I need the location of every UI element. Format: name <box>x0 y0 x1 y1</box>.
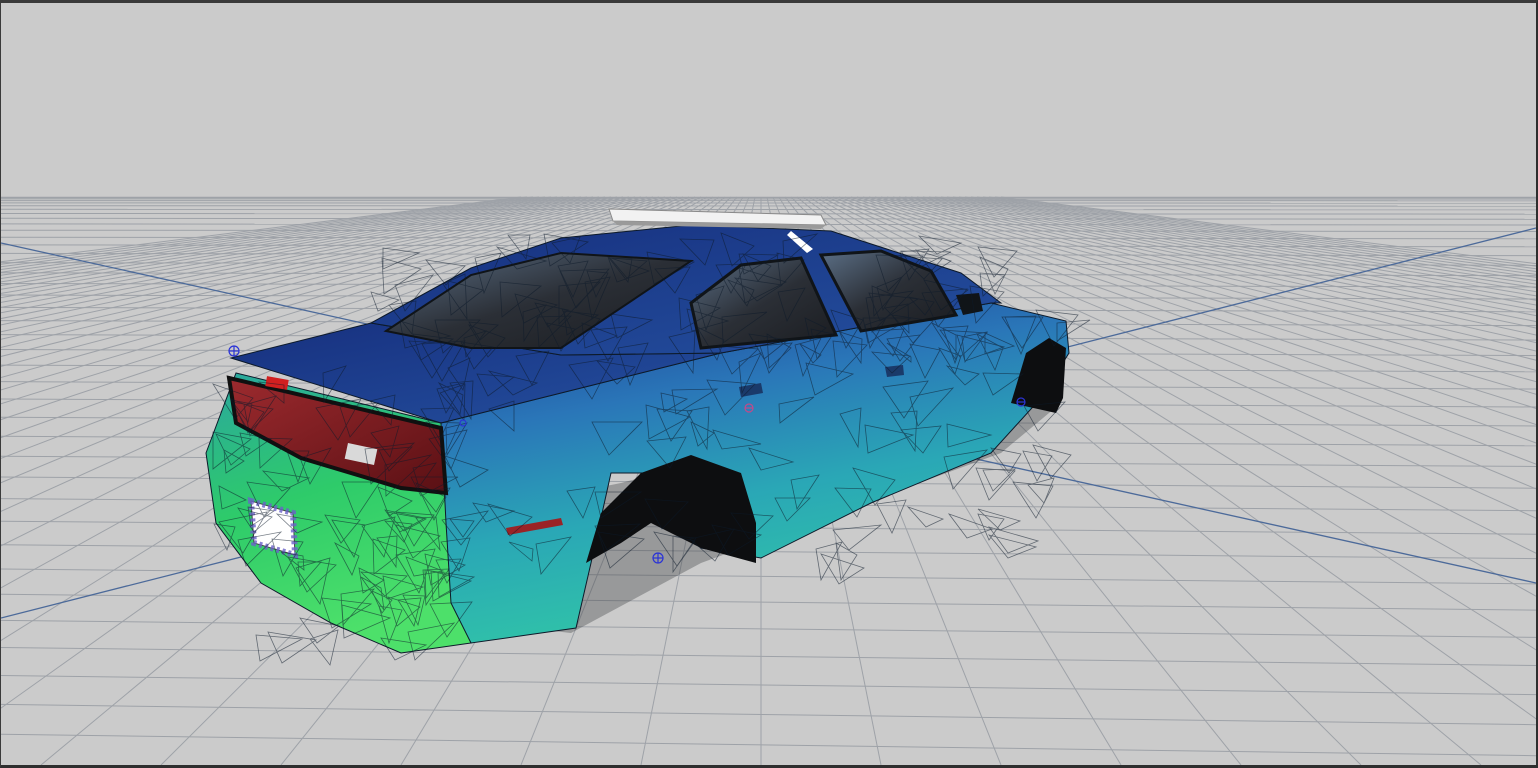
scene-canvas[interactable] <box>1 3 1536 765</box>
bone-joint-gizmo[interactable] <box>228 345 240 357</box>
3d-viewport[interactable] <box>0 0 1538 768</box>
bone-joint-gizmo[interactable] <box>652 552 664 564</box>
